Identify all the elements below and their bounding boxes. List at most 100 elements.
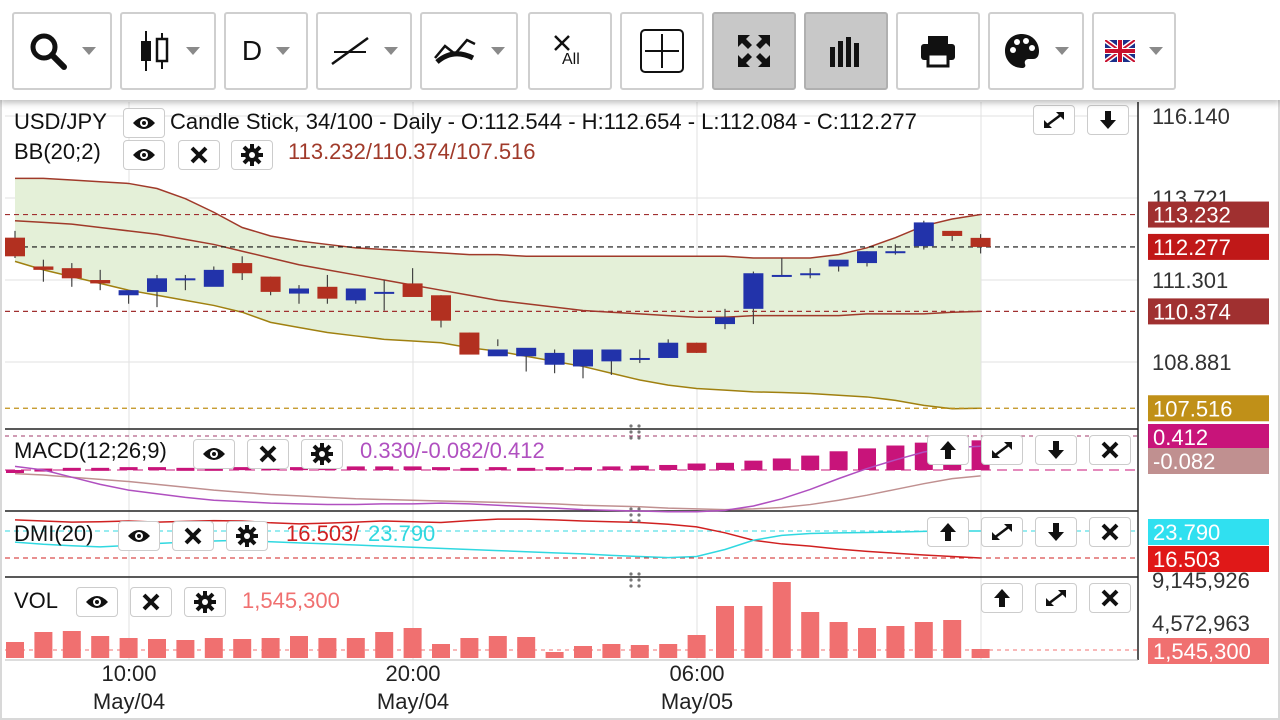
fullscreen-button[interactable] [712,12,796,90]
dmi-remove-button[interactable] [172,521,214,551]
candle-body [885,251,906,254]
candle-body [289,288,309,294]
macd-values: 0.330/-0.082/0.412 [360,438,545,463]
price-tag: 107.516 [1153,396,1233,421]
bb-remove-button[interactable] [178,140,220,170]
bb-visibility-button[interactable] [123,140,165,170]
dmi-settings-button[interactable] [226,521,268,551]
volume-tag: 1,545,300 [1153,639,1251,664]
vol-close-button[interactable] [1089,583,1131,613]
gear-icon [311,443,333,465]
macd-expand-button[interactable] [981,435,1023,465]
candle-body [658,342,679,358]
candlestick-icon [141,31,169,71]
dmi-minus-tag: 16.503 [1153,547,1220,572]
dmi-plus-tag: 23.790 [1153,520,1220,545]
vol-settings-button[interactable] [184,587,226,617]
volume-bar [460,638,479,658]
dmi-expand-button[interactable] [981,517,1023,547]
dmi-minus-value: 16.503/ [286,521,360,546]
drag-handle-dot [637,424,641,428]
macd-settings-button[interactable] [301,439,343,469]
macd-remove-button[interactable] [247,439,289,469]
dmi-visibility-button[interactable] [118,521,160,551]
candle-body [629,357,650,360]
timeframe-button[interactable]: D [224,12,308,90]
expand-diagonal-icon [992,524,1012,540]
macd-tag: 0.412 [1153,425,1208,450]
close-icon [1101,441,1119,459]
price-tick-label: 108.881 [1152,350,1232,375]
theme-button[interactable] [988,12,1084,90]
drag-handle-dot [637,578,641,582]
macd-visibility-button[interactable] [193,439,235,469]
macd-close-button[interactable] [1089,435,1131,465]
indicators-button[interactable] [420,12,518,90]
macd-move-up-button[interactable] [927,435,969,465]
candle-body [743,273,764,309]
vol-move-up-button[interactable] [981,583,1023,613]
macd-histogram-bar [62,467,81,471]
volume-bar [716,606,734,658]
macd-histogram-bar [432,467,450,471]
volume-bars-button[interactable] [804,12,888,90]
clear-all-button[interactable]: All [528,12,612,90]
vol-remove-button[interactable] [130,587,172,617]
volume-bar [971,649,990,658]
volume-bar [914,622,933,658]
macd-move-down-button[interactable] [1035,435,1077,465]
dmi-move-down-button[interactable] [1035,517,1077,547]
volume-bar [346,638,365,658]
eye-icon [203,448,225,460]
vol-value: 1,545,300 [242,588,340,613]
candle-body [686,342,707,353]
candle-body [374,291,395,294]
chevron-down-icon [1055,47,1069,55]
dmi-close-button[interactable] [1089,517,1131,547]
chart-info-label: Candle Stick, 34/100 - Daily - O:112.544… [170,109,917,134]
drag-handle-dot [637,519,641,523]
bb-settings-button[interactable] [231,140,273,170]
main-expand-button[interactable] [1033,105,1075,135]
print-button[interactable] [896,12,980,90]
dmi-move-up-button[interactable] [927,517,969,547]
macd-histogram-bar [375,466,394,470]
candle-body [771,274,792,277]
vol-visibility-button[interactable] [76,587,118,617]
search-icon [30,33,67,70]
vol-label: VOL [14,588,59,613]
expand-diagonal-icon [1044,112,1064,128]
volume-bar [943,620,962,658]
chevron-down-icon [1149,47,1163,55]
candle-body [232,263,253,274]
candle-body [147,278,167,292]
price-tag: 113.232 [1153,203,1231,228]
candle-body [431,295,451,321]
drawing-tools-button[interactable] [316,12,412,90]
volume-bar [829,622,848,658]
macd-histogram-bar [176,467,195,471]
close-icon [190,146,208,164]
macd-histogram-bar [346,466,365,470]
indicator-icon [434,38,476,64]
main-visibility-button[interactable] [123,108,165,138]
candle-body [203,269,224,287]
expand-icon [738,35,770,67]
chevron-down-icon [82,47,96,55]
bb-values: 113.232/110.374/107.516 [288,139,536,164]
chart-type-button[interactable] [120,12,216,90]
candle-body [828,259,849,267]
crosshair-button[interactable] [620,12,704,90]
vol-expand-button[interactable] [1035,583,1077,613]
volume-bar [176,640,195,658]
time-tick-label: 10:00 [101,661,156,686]
arrow-down-icon [1048,441,1064,459]
gear-icon [241,144,263,166]
drag-handle-dot [637,507,641,511]
search-button[interactable] [12,12,112,90]
signal-tag: -0.082 [1153,449,1215,474]
language-button[interactable] [1092,12,1176,90]
volume-bar [318,638,337,658]
main-move-down-button[interactable] [1087,105,1129,135]
time-tick-label: 06:00 [669,661,724,686]
